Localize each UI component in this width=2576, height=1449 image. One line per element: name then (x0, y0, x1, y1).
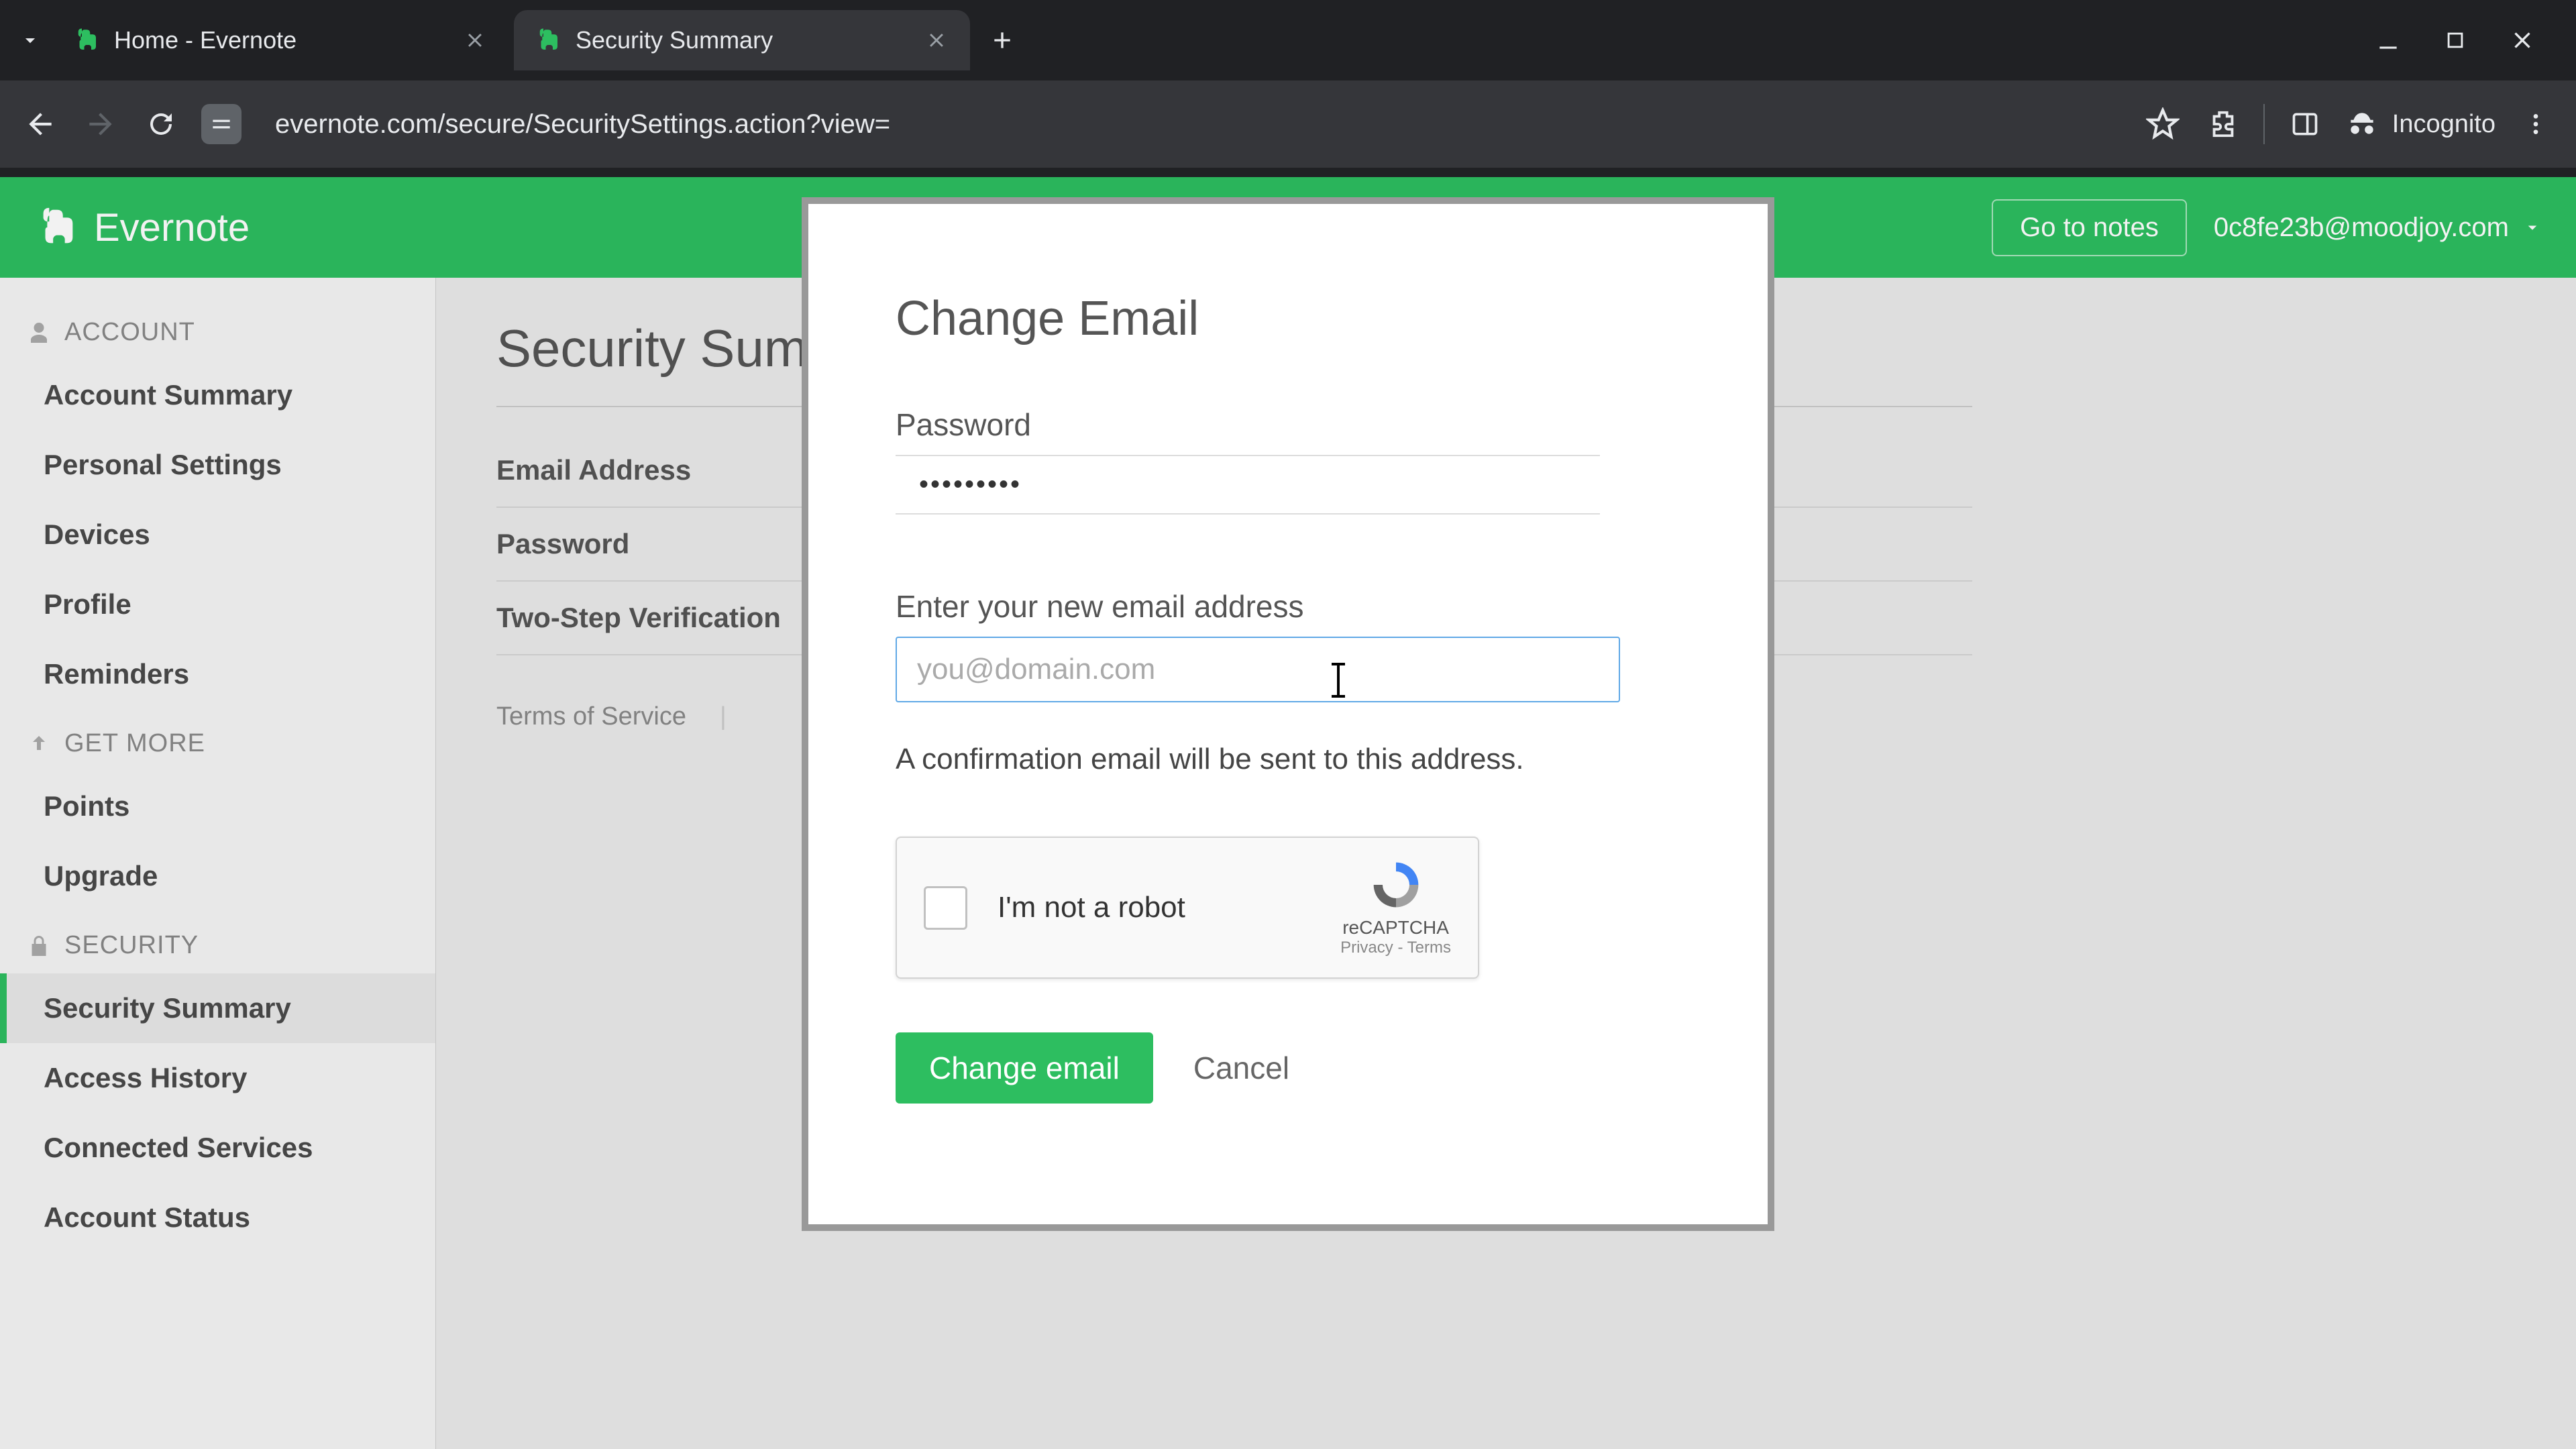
tab-home-evernote[interactable]: Home - Evernote (52, 10, 508, 70)
tab-security-summary[interactable]: Security Summary (514, 10, 970, 70)
evernote-favicon-icon (534, 26, 562, 54)
back-button[interactable] (20, 104, 60, 144)
new-tab-button[interactable] (982, 20, 1022, 60)
nav-bar: evernote.com/secure/SecuritySettings.act… (0, 80, 2576, 168)
recaptcha-label: I'm not a robot (998, 891, 1185, 924)
site-info-button[interactable] (201, 104, 241, 144)
modal-title: Change Email (896, 291, 1680, 346)
tab-title: Security Summary (576, 26, 773, 54)
menu-button[interactable] (2516, 104, 2556, 144)
cancel-button[interactable]: Cancel (1193, 1050, 1289, 1086)
tab-strip: Home - Evernote Security Summary (0, 0, 2576, 80)
change-email-button[interactable]: Change email (896, 1032, 1153, 1104)
incognito-icon (2345, 107, 2379, 141)
modal-backdrop[interactable]: Change Email Password ••••••••• Enter yo… (0, 177, 2576, 1449)
password-field[interactable]: ••••••••• (896, 455, 1600, 515)
divider (2263, 104, 2265, 144)
helper-text: A confirmation email will be sent to thi… (896, 743, 1680, 776)
reload-button[interactable] (141, 104, 181, 144)
app-viewport: Evernote Go to notes 0c8fe23b@moodjoy.co… (0, 177, 2576, 1449)
tab-search-dropdown[interactable] (13, 23, 47, 57)
close-tab-icon[interactable] (923, 27, 950, 54)
recaptcha-logo-icon (1359, 858, 1433, 912)
incognito-label: Incognito (2392, 110, 2496, 139)
evernote-favicon-icon (72, 26, 101, 54)
browser-chrome: Home - Evernote Security Summary (0, 0, 2576, 177)
recaptcha-links[interactable]: Privacy - Terms (1340, 938, 1451, 957)
sidepanel-button[interactable] (2285, 104, 2325, 144)
incognito-indicator[interactable]: Incognito (2345, 107, 2496, 141)
bookmark-button[interactable] (2143, 104, 2183, 144)
maximize-button[interactable] (2435, 20, 2475, 60)
recaptcha-widget: I'm not a robot reCAPTCHA Privacy - Term… (896, 837, 1479, 979)
window-controls (2368, 20, 2563, 60)
close-window-button[interactable] (2502, 20, 2542, 60)
recaptcha-brand: reCAPTCHA (1340, 917, 1451, 938)
tab-title: Home - Evernote (114, 26, 297, 54)
email-input[interactable] (896, 637, 1620, 702)
minimize-button[interactable] (2368, 20, 2408, 60)
forward-button[interactable] (80, 104, 121, 144)
address-bar[interactable]: evernote.com/secure/SecuritySettings.act… (262, 109, 2123, 140)
recaptcha-badge: reCAPTCHA Privacy - Terms (1340, 858, 1451, 957)
modal-actions: Change email Cancel (896, 1032, 1680, 1104)
email-label: Enter your new email address (896, 588, 1680, 625)
close-tab-icon[interactable] (462, 27, 488, 54)
password-label: Password (896, 407, 1680, 443)
recaptcha-checkbox[interactable] (924, 886, 967, 930)
extensions-button[interactable] (2203, 104, 2243, 144)
change-email-modal: Change Email Password ••••••••• Enter yo… (802, 197, 1774, 1231)
